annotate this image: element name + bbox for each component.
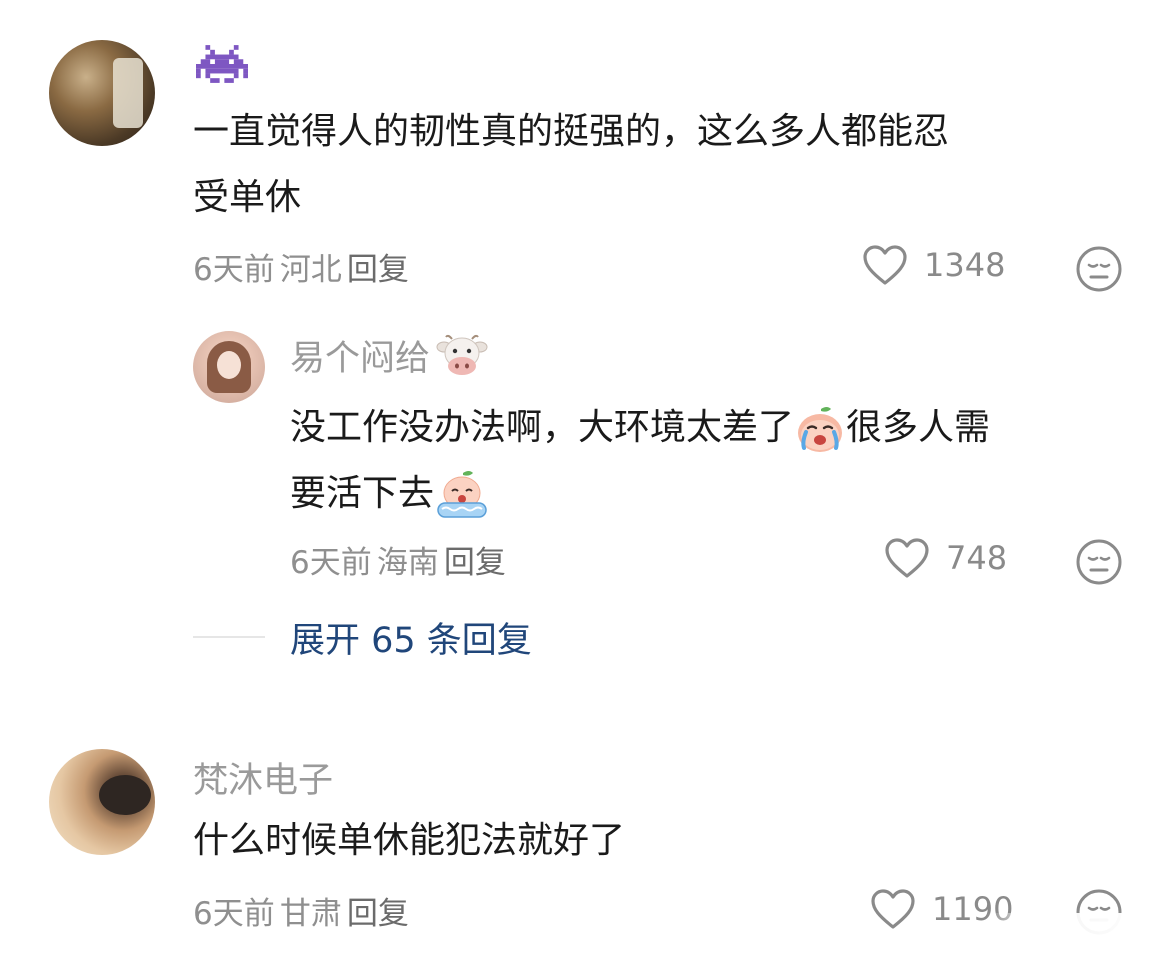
reply-meta: 6天前 海南 回复	[290, 537, 506, 582]
heart-icon	[870, 888, 916, 930]
comment-text-line: 受单休	[193, 177, 302, 218]
timestamp: 6天前	[290, 545, 372, 581]
like-button[interactable]: 748	[884, 537, 1007, 579]
comment-meta: 6天前 河北 回复	[193, 244, 409, 289]
avatar[interactable]	[49, 40, 155, 146]
watermark-fade	[986, 913, 1156, 953]
reply-text-part: 没工作没办法啊，大环境太差了	[290, 407, 795, 448]
reply-text-part: 要活下去	[290, 473, 435, 514]
location: 河北	[279, 252, 342, 288]
heart-icon	[862, 244, 908, 286]
crying-peach-bath-emoji-icon	[434, 469, 487, 521]
reply-button[interactable]: 回复	[444, 545, 506, 581]
reply-button[interactable]: 回复	[347, 896, 409, 932]
location: 海南	[376, 545, 439, 581]
comment-text-line: 什么时候单休能犯法就好了	[193, 820, 626, 861]
comment-text-line: 一直觉得人的韧性真的挺强的，这么多人都能忍	[193, 111, 950, 152]
timestamp: 6天前	[193, 896, 275, 932]
heart-icon	[884, 537, 930, 579]
dislike-face-icon[interactable]	[1075, 245, 1123, 293]
cow-face-icon	[436, 333, 488, 379]
timestamp: 6天前	[193, 252, 275, 288]
expand-replies-link[interactable]: 展开 65 条回复	[290, 612, 532, 663]
location: 甘肃	[279, 896, 342, 932]
comment-meta: 6天前 甘肃 回复	[193, 888, 409, 933]
purple-space-invader-icon	[196, 42, 248, 86]
username[interactable]: 易个闷给	[290, 330, 430, 381]
reply-text-part: 很多人需	[846, 407, 991, 448]
reply-text-line: 要活下去	[290, 462, 487, 526]
reply-username-row: 易个闷给	[290, 330, 488, 381]
avatar[interactable]	[49, 749, 155, 855]
reply-text-line: 没工作没办法啊，大环境太差了 很多人需	[290, 396, 990, 460]
avatar[interactable]	[193, 331, 265, 403]
divider	[193, 636, 265, 638]
like-count: 748	[946, 539, 1008, 577]
dislike-face-icon[interactable]	[1075, 538, 1123, 586]
like-button[interactable]: 1348	[862, 244, 1005, 286]
like-count: 1348	[924, 246, 1006, 284]
reply-button[interactable]: 回复	[347, 252, 409, 288]
username[interactable]: 梵沐电子	[193, 752, 333, 803]
crying-peach-emoji-icon	[794, 403, 846, 455]
